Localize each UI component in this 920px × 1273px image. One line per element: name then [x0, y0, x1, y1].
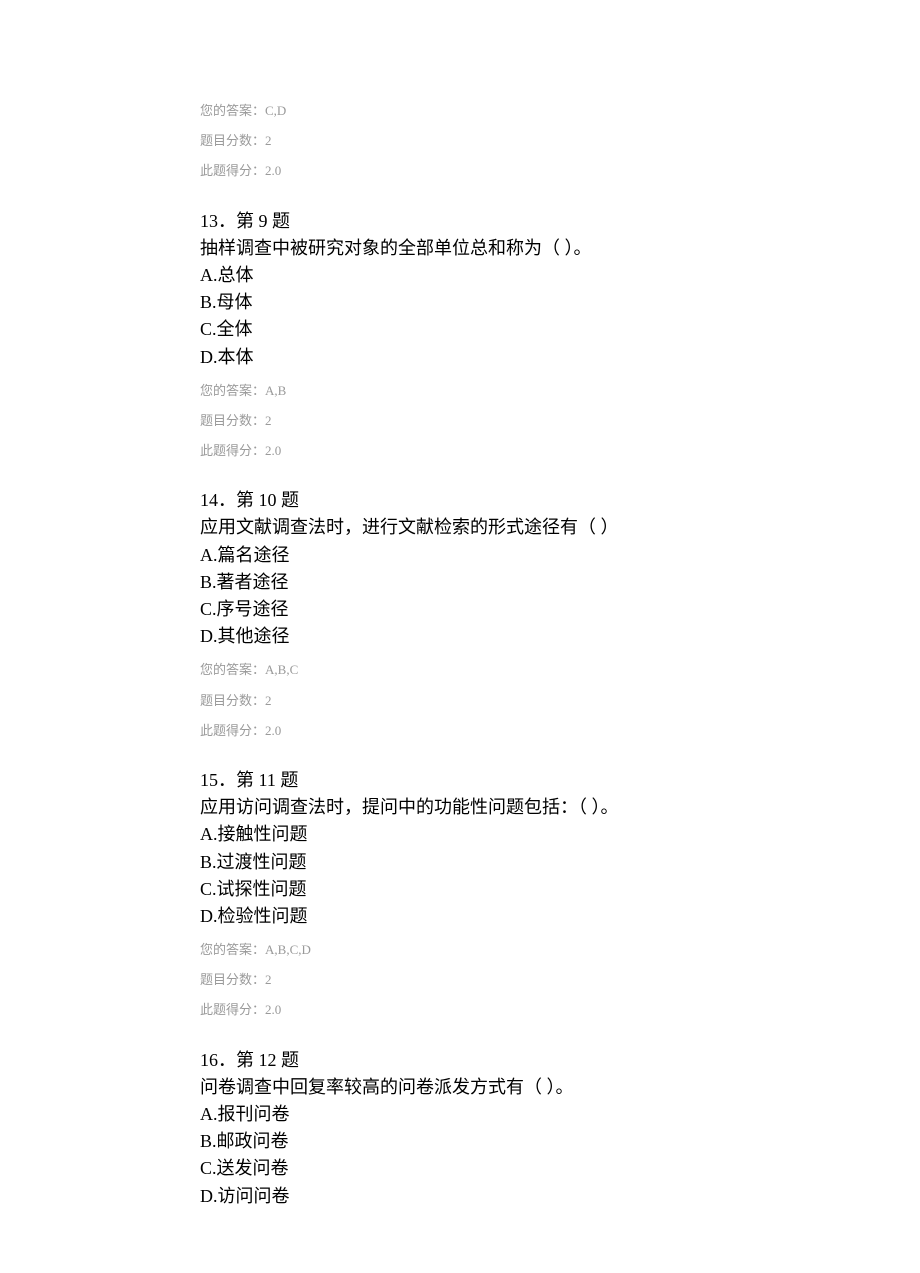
- earned-label: 此题得分：: [200, 1002, 265, 1017]
- score-label: 题目分数：: [200, 693, 265, 708]
- your-answer: 您的答案：A,B,C: [200, 661, 720, 679]
- question-block: 14．第 10 题 应用文献调查法时，进行文献检索的形式途径有（ ） A.篇名途…: [200, 488, 720, 649]
- your-answer: 您的答案：A,B: [200, 382, 720, 400]
- question-text: 问卷调查中回复率较高的问卷派发方式有（ ）。: [200, 1075, 720, 1100]
- prev-score: 题目分数：2: [200, 132, 720, 150]
- question-header: 16．第 12 题: [200, 1048, 720, 1073]
- question-block: 13．第 9 题 抽样调查中被研究对象的全部单位总和称为（ ）。 A.总体 B.…: [200, 209, 720, 370]
- prev-earned-label: 此题得分：: [200, 163, 265, 178]
- question-option: A.总体: [200, 263, 720, 288]
- question-option: D.本体: [200, 345, 720, 370]
- earned: 此题得分：2.0: [200, 722, 720, 740]
- your-answer-label: 您的答案：: [200, 662, 265, 677]
- question-option: A.接触性问题: [200, 822, 720, 847]
- score-label: 题目分数：: [200, 413, 265, 428]
- your-answer-value: A,B: [265, 383, 286, 398]
- question-text: 应用文献调查法时，进行文献检索的形式途径有（ ）: [200, 515, 720, 540]
- score-value: 2: [265, 693, 272, 708]
- question-option: C.试探性问题: [200, 877, 720, 902]
- question-option: C.序号途径: [200, 597, 720, 622]
- question-option: A.篇名途径: [200, 543, 720, 568]
- your-answer-value: A,B,C,D: [265, 942, 311, 957]
- question-option: A.报刊问卷: [200, 1102, 720, 1127]
- question-block: 16．第 12 题 问卷调查中回复率较高的问卷派发方式有（ ）。 A.报刊问卷 …: [200, 1048, 720, 1209]
- question-option: B.过渡性问题: [200, 850, 720, 875]
- score-label: 题目分数：: [200, 972, 265, 987]
- question-text: 抽样调查中被研究对象的全部单位总和称为（ ）。: [200, 236, 720, 261]
- question-option: C.送发问卷: [200, 1156, 720, 1181]
- question-option: B.母体: [200, 290, 720, 315]
- question-option: D.访问问卷: [200, 1184, 720, 1209]
- question-header: 15．第 11 题: [200, 768, 720, 793]
- score-value: 2: [265, 972, 272, 987]
- score: 题目分数：2: [200, 971, 720, 989]
- your-answer-value: A,B,C: [265, 662, 298, 677]
- earned-label: 此题得分：: [200, 723, 265, 738]
- prev-your-answer: 您的答案：C,D: [200, 102, 720, 120]
- score: 题目分数：2: [200, 412, 720, 430]
- prev-score-value: 2: [265, 133, 272, 148]
- earned-value: 2.0: [265, 443, 281, 458]
- your-answer: 您的答案：A,B,C,D: [200, 941, 720, 959]
- score-value: 2: [265, 413, 272, 428]
- prev-your-answer-value: C,D: [265, 103, 286, 118]
- prev-earned: 此题得分：2.0: [200, 162, 720, 180]
- question-text: 应用访问调查法时，提问中的功能性问题包括：（ ）。: [200, 795, 720, 820]
- prev-earned-value: 2.0: [265, 163, 281, 178]
- question-option: C.全体: [200, 317, 720, 342]
- question-option: D.检验性问题: [200, 904, 720, 929]
- prev-score-label: 题目分数：: [200, 133, 265, 148]
- earned: 此题得分：2.0: [200, 1001, 720, 1019]
- earned-label: 此题得分：: [200, 443, 265, 458]
- earned-value: 2.0: [265, 1002, 281, 1017]
- your-answer-label: 您的答案：: [200, 942, 265, 957]
- score: 题目分数：2: [200, 692, 720, 710]
- your-answer-label: 您的答案：: [200, 383, 265, 398]
- question-option: B.邮政问卷: [200, 1129, 720, 1154]
- question-option: B.著者途径: [200, 570, 720, 595]
- earned: 此题得分：2.0: [200, 442, 720, 460]
- question-header: 14．第 10 题: [200, 488, 720, 513]
- question-option: D.其他途径: [200, 624, 720, 649]
- question-header: 13．第 9 题: [200, 209, 720, 234]
- prev-your-answer-label: 您的答案：: [200, 103, 265, 118]
- question-block: 15．第 11 题 应用访问调查法时，提问中的功能性问题包括：（ ）。 A.接触…: [200, 768, 720, 929]
- earned-value: 2.0: [265, 723, 281, 738]
